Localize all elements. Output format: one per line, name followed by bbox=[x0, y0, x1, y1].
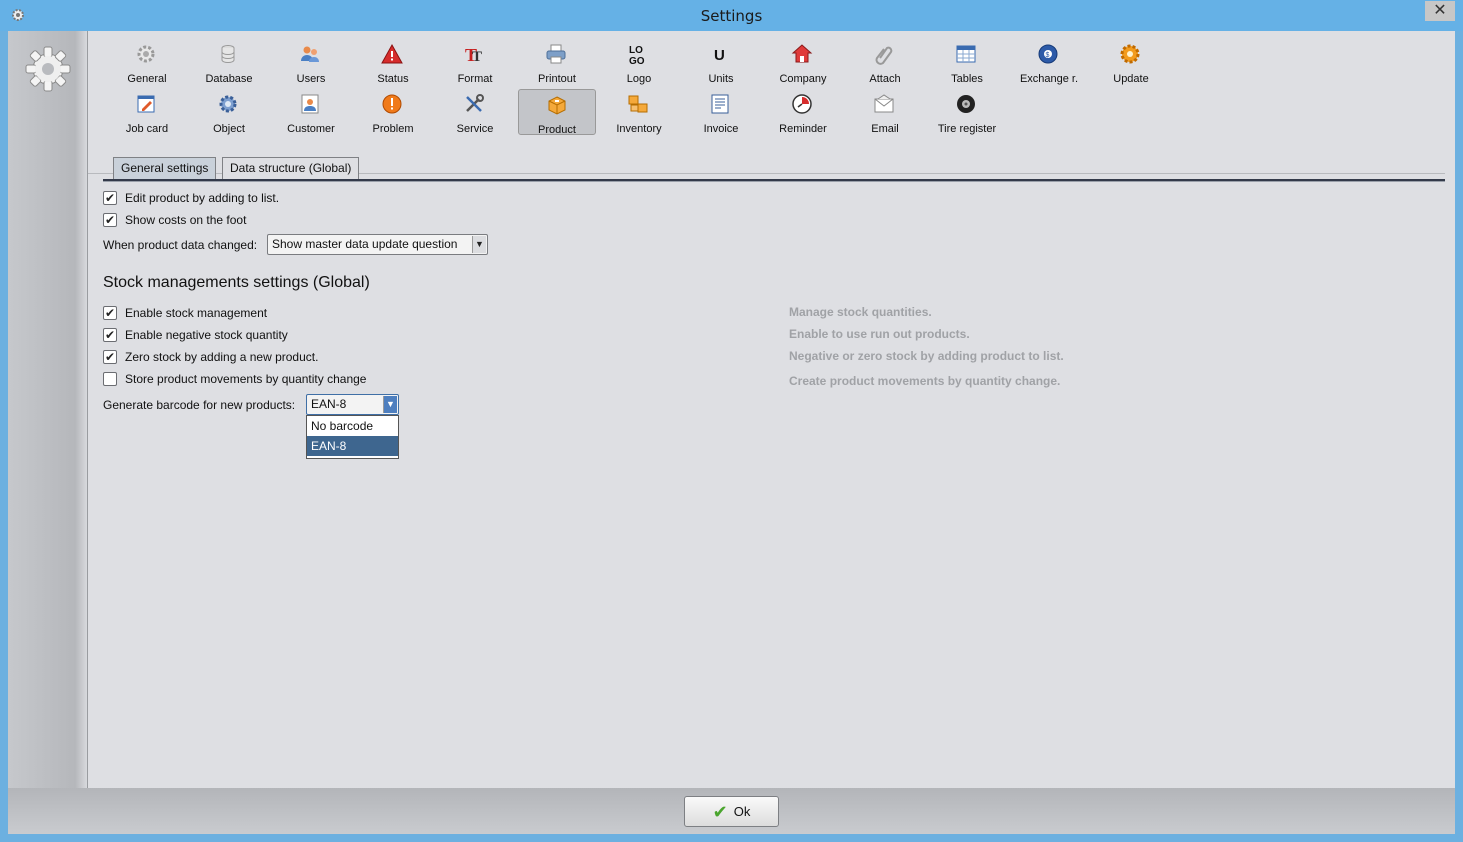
object-gear-icon bbox=[219, 95, 237, 113]
tab-data-structure[interactable]: Data structure (Global) bbox=[222, 157, 360, 179]
hint-movements: Create product movements by quantity cha… bbox=[789, 374, 1061, 388]
svg-text:LO: LO bbox=[629, 45, 643, 56]
table-icon bbox=[956, 45, 976, 63]
ok-button[interactable]: ✔ Ok bbox=[684, 796, 779, 827]
barcode-select[interactable]: EAN-8 ▼ bbox=[306, 394, 399, 415]
toolbar-database[interactable]: Database bbox=[190, 39, 268, 85]
toolbar-exchange-rate[interactable]: $ Exchange r. bbox=[1010, 39, 1088, 85]
tab-general-settings[interactable]: General settings bbox=[113, 157, 217, 179]
data-changed-select[interactable]: Show master data update question ▼ bbox=[267, 234, 488, 255]
toolbar-service[interactable]: Service bbox=[436, 89, 514, 135]
toolbar-product[interactable]: Product bbox=[518, 89, 596, 136]
invoice-icon bbox=[711, 94, 729, 114]
toolbar-logo[interactable]: LO GO Logo bbox=[600, 39, 678, 85]
email-icon bbox=[874, 94, 894, 113]
svg-text:GO: GO bbox=[629, 56, 645, 65]
inventory-icon bbox=[628, 95, 648, 113]
toolbar-problem[interactable]: Problem bbox=[354, 89, 432, 135]
toolbar-units[interactable]: U Units bbox=[682, 39, 760, 85]
toolbar-company[interactable]: Company bbox=[764, 39, 842, 85]
data-changed-label: When product data changed: bbox=[103, 238, 258, 252]
close-button[interactable]: ✕ bbox=[1425, 1, 1455, 21]
box-icon bbox=[548, 96, 566, 115]
toolbar-reminder[interactable]: Reminder bbox=[764, 89, 842, 135]
svg-text:$: $ bbox=[1046, 52, 1050, 59]
toolbar-inventory[interactable]: Inventory bbox=[600, 89, 678, 135]
title-bar: Settings ✕ bbox=[0, 0, 1463, 31]
svg-text:U: U bbox=[714, 47, 725, 64]
tools-icon bbox=[466, 94, 484, 112]
toolbar-tables[interactable]: Tables bbox=[928, 39, 1006, 85]
settings-window: General Database Users Status TT Format … bbox=[8, 31, 1455, 834]
toolbar-update[interactable]: Update bbox=[1092, 39, 1170, 85]
toolbar-invoice[interactable]: Invoice bbox=[682, 89, 760, 135]
toolbar-customer[interactable]: Customer bbox=[272, 89, 350, 135]
update-icon bbox=[1120, 44, 1140, 64]
toolbar-format[interactable]: TT Format bbox=[436, 39, 514, 85]
customer-icon bbox=[301, 94, 319, 114]
show-costs-checkbox[interactable] bbox=[103, 211, 117, 229]
store-movements-checkbox[interactable] bbox=[103, 372, 117, 386]
toolbar-users[interactable]: Users bbox=[272, 39, 350, 85]
reminder-icon bbox=[792, 94, 812, 114]
stock-section-title: Stock managements settings (Global) bbox=[103, 274, 370, 291]
enable-stock-checkbox[interactable] bbox=[103, 304, 117, 322]
footer-bar: ✔ Ok bbox=[8, 788, 1455, 834]
toolbar-email[interactable]: Email bbox=[846, 89, 924, 135]
paperclip-icon bbox=[875, 46, 893, 65]
checkmark-icon: ✔ bbox=[712, 802, 728, 823]
settings-gear-icon bbox=[25, 46, 71, 92]
left-sidebar bbox=[8, 31, 88, 788]
chevron-down-icon: ▼ bbox=[383, 396, 397, 413]
tire-icon bbox=[957, 95, 975, 113]
job-card-icon bbox=[137, 95, 155, 113]
users-icon bbox=[301, 46, 319, 62]
format-icon: TT bbox=[465, 45, 482, 65]
barcode-option-none[interactable]: No barcode bbox=[307, 416, 398, 436]
problem-icon bbox=[382, 94, 402, 114]
barcode-label: Generate barcode for new products: bbox=[103, 398, 296, 412]
hint-runout: Enable to use run out products. bbox=[789, 327, 970, 341]
printer-icon bbox=[546, 44, 566, 64]
hint-negative-zero: Negative or zero stock by adding product… bbox=[789, 349, 1064, 363]
negative-stock-checkbox[interactable] bbox=[103, 326, 117, 344]
toolbar-attach[interactable]: Attach bbox=[846, 39, 924, 85]
svg-text:T: T bbox=[472, 49, 482, 65]
settings-toolbar: General Database Users Status TT Format … bbox=[108, 39, 1448, 141]
house-icon bbox=[791, 44, 813, 63]
toolbar-general[interactable]: General bbox=[108, 39, 186, 85]
hint-manage: Manage stock quantities. bbox=[789, 305, 932, 319]
gear-icon bbox=[137, 45, 155, 63]
chevron-down-icon: ▼ bbox=[472, 236, 486, 253]
barcode-option-ean8[interactable]: EAN-8 bbox=[307, 436, 398, 456]
database-icon bbox=[221, 45, 235, 64]
currency-icon: $ bbox=[1038, 44, 1058, 64]
logo-icon: LOGO bbox=[629, 45, 645, 65]
toolbar-printout[interactable]: Printout bbox=[518, 39, 596, 85]
barcode-dropdown-list: No barcode EAN-8 bbox=[306, 415, 399, 459]
toolbar-job-card[interactable]: Job card bbox=[108, 89, 186, 135]
edit-by-adding-checkbox[interactable] bbox=[103, 189, 117, 207]
zero-stock-checkbox[interactable] bbox=[103, 348, 117, 366]
warning-icon bbox=[381, 43, 403, 64]
units-icon: U bbox=[714, 47, 725, 64]
tab-underline bbox=[103, 179, 1445, 182]
toolbar-status[interactable]: Status bbox=[354, 39, 432, 85]
toolbar-object[interactable]: Object bbox=[190, 89, 268, 135]
window-title: Settings bbox=[700, 7, 763, 25]
toolbar-tire-register[interactable]: Tire register bbox=[928, 89, 1006, 135]
